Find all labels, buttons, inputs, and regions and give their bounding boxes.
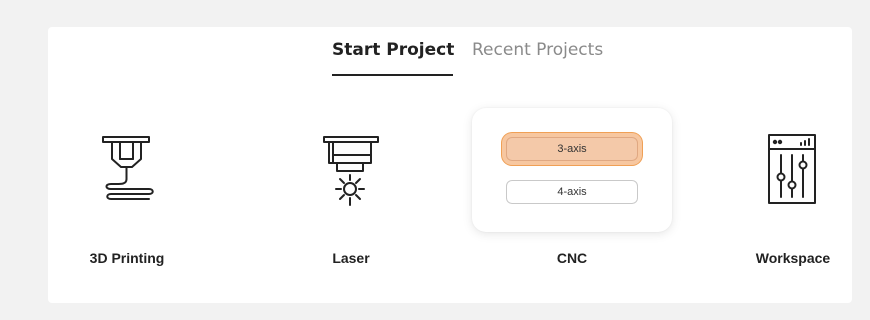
workspace-sliders-icon	[767, 133, 819, 205]
tile-label-cnc[interactable]: CNC	[502, 250, 642, 266]
tile-label-3d-printing: 3D Printing	[89, 250, 165, 266]
laser-head-icon	[321, 133, 381, 213]
3-axis-button[interactable]: 3-axis	[506, 137, 638, 161]
tab-start-project[interactable]: Start Project	[332, 40, 454, 60]
tab-recent-projects[interactable]: Recent Projects	[472, 40, 603, 60]
tile-label-laser: Laser	[332, 250, 370, 266]
4-axis-button[interactable]: 4-axis	[506, 180, 638, 204]
cnc-options-panel: 3-axis 4-axis	[472, 108, 672, 232]
start-project-screen: Start Project Recent Projects 3D Printin…	[0, 0, 870, 320]
tile-label-workspace: Workspace	[755, 250, 831, 266]
project-tabs: Start Project Recent Projects	[0, 40, 870, 76]
3d-printer-nozzle-icon	[97, 133, 157, 211]
active-tab-indicator	[332, 74, 453, 76]
